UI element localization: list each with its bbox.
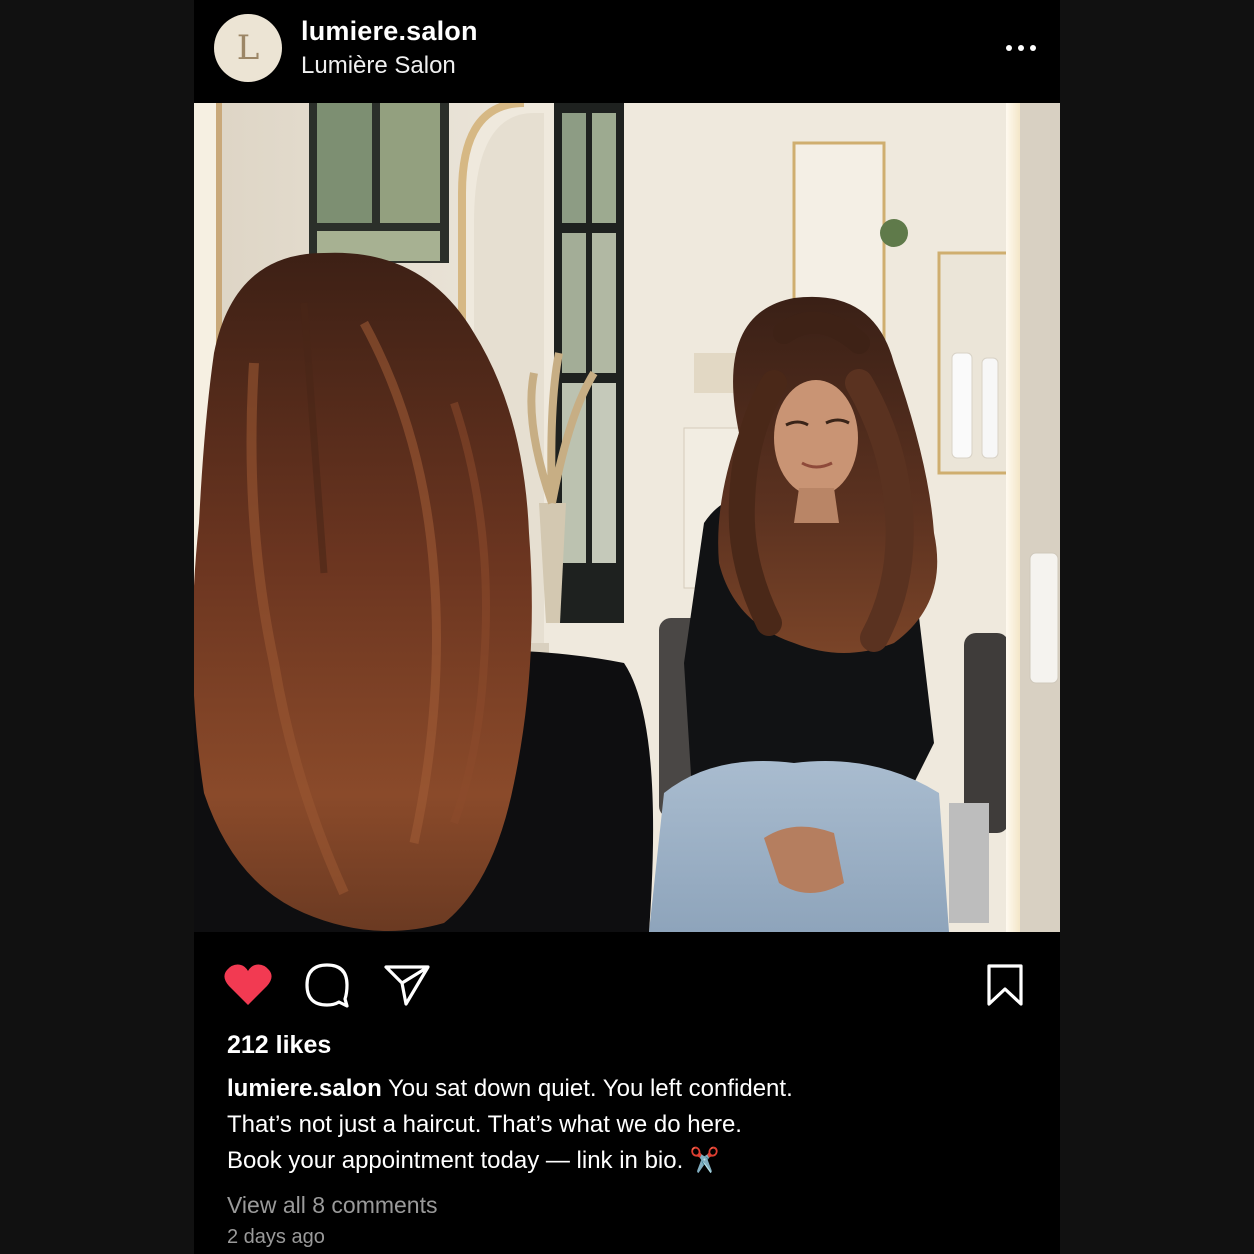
post-photo[interactable] <box>194 103 1060 932</box>
post-display-name: Lumière Salon <box>301 52 456 79</box>
view-comments-link[interactable]: View all 8 comments <box>227 1192 438 1219</box>
like-button[interactable] <box>221 956 275 1014</box>
post-caption: lumiere.salon You sat down quiet. You le… <box>227 1071 1027 1179</box>
bookmark-icon <box>987 964 1023 1006</box>
caption-username[interactable]: lumiere.salon <box>227 1075 382 1102</box>
more-options-button[interactable] <box>1000 34 1042 62</box>
post-timestamp: 2 days ago <box>227 1226 325 1248</box>
likes-count[interactable]: 212 likes <box>227 1031 331 1060</box>
caption-line-2: That’s not just a haircut. That’s what w… <box>227 1111 742 1138</box>
comment-button[interactable] <box>300 956 354 1014</box>
post-header: L lumiere.salon Lumière Salon <box>194 0 1060 103</box>
share-button[interactable] <box>380 956 434 1014</box>
instagram-post: L lumiere.salon Lumière Salon 212 likes … <box>194 0 1060 1254</box>
avatar[interactable]: L <box>214 14 282 82</box>
more-horizontal-icon <box>1006 45 1036 51</box>
post-username[interactable]: lumiere.salon <box>301 16 478 47</box>
post-actions-bar <box>194 956 1060 1016</box>
save-button[interactable] <box>978 956 1032 1014</box>
heart-filled-icon <box>224 964 272 1005</box>
paper-plane-icon <box>384 965 430 1006</box>
caption-line-1: You sat down quiet. You left confident. <box>387 1075 793 1102</box>
caption-line-3: Book your appointment today — link in bi… <box>227 1147 720 1174</box>
comment-bubble-icon <box>305 963 349 1008</box>
salon-mirror-scene <box>194 103 1060 932</box>
